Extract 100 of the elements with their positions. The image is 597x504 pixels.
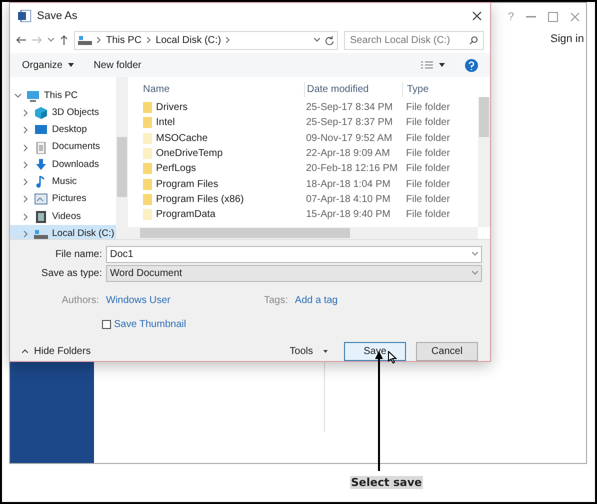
caret-icon	[323, 350, 328, 352]
file-row[interactable]: Drivers 25-Sep-17 8:34 PM File folder	[128, 100, 478, 116]
file-row[interactable]: OneDriveTemp 22-Apr-18 9:09 AM File folder	[128, 146, 478, 162]
view-options-icon[interactable]	[421, 60, 433, 70]
cube-icon	[34, 106, 48, 119]
file-name: PerfLogs	[156, 162, 196, 176]
date-modified: 07-Apr-18 4:10 PM	[305, 192, 392, 207]
collapsed-chevron-icon[interactable]	[22, 108, 30, 117]
date-modified: 18-Apr-18 1:04 PM	[305, 178, 392, 192]
file-row[interactable]: ProgramData 15-Apr-18 9:40 PM File folder	[128, 207, 478, 222]
column-header[interactable]: Name	[128, 82, 304, 96]
file-name: MSOCache	[156, 132, 208, 146]
file-row[interactable]: Intel 25-Sep-17 8:37 PM File folder	[128, 115, 478, 131]
file-name: Program Files	[156, 178, 218, 192]
nav-item[interactable]: Documents	[10, 138, 116, 156]
field-label: Tags:	[264, 294, 289, 308]
file-name: ProgramData	[156, 208, 216, 222]
caret-icon[interactable]	[439, 63, 445, 67]
checkbox[interactable]	[102, 320, 111, 329]
nav-item[interactable]: Music	[10, 173, 116, 191]
help-icon[interactable]	[465, 58, 478, 72]
nav-item[interactable]: Desktop	[10, 122, 116, 139]
up-arrow-icon[interactable]	[60, 35, 68, 45]
file-name: Program Files (x86)	[156, 192, 244, 207]
breadcrumb-chevron-icon[interactable]	[146, 37, 151, 43]
nav-item[interactable]: 3D Objects	[10, 104, 116, 122]
search-input[interactable]: Search Local Disk (C:)	[350, 32, 469, 48]
save-button[interactable]: Save	[344, 342, 406, 360]
file-type: File folder	[405, 178, 450, 192]
date-modified: 22-Apr-18 9:09 AM	[305, 147, 391, 162]
file-type: File folder	[405, 116, 450, 130]
file-name: Intel	[156, 116, 175, 130]
down-arrow-icon	[34, 158, 48, 171]
date-modified: 20-Feb-18 12:16 PM	[305, 162, 399, 176]
toolbar-button[interactable]: New folder	[94, 58, 142, 72]
dropdown-chevron-icon[interactable]	[314, 38, 320, 42]
date-modified: 25-Sep-17 8:34 PM	[305, 101, 394, 116]
column-header[interactable]: Date modified	[304, 82, 402, 96]
picture-icon	[34, 193, 48, 206]
drive-icon	[34, 228, 48, 240]
breadcrumb-chevron-icon[interactable]	[97, 37, 101, 43]
file-name-field[interactable]: Doc1	[106, 246, 482, 262]
toolbar-button[interactable]: Organize	[22, 58, 74, 72]
date-modified: 15-Apr-18 9:40 PM	[305, 208, 392, 222]
collapsed-chevron-icon[interactable]	[22, 126, 30, 134]
back-arrow-icon[interactable]	[16, 36, 26, 44]
word-logo-icon	[18, 10, 31, 22]
scrollbar[interactable]	[478, 97, 490, 227]
document-icon	[34, 142, 48, 154]
file-name: OneDriveTemp	[156, 147, 223, 162]
close-icon[interactable]	[472, 11, 482, 21]
tools-button[interactable]: Tools	[290, 344, 328, 358]
breadcrumb-item[interactable]: This PC	[106, 32, 142, 48]
expanded-chevron-icon[interactable]	[14, 92, 22, 100]
desktop-icon	[34, 124, 48, 136]
file-type: File folder	[405, 101, 450, 116]
dropdown-chevron-icon[interactable]	[472, 271, 478, 275]
collapsed-chevron-icon[interactable]	[22, 230, 30, 238]
file-type: File folder	[405, 162, 450, 176]
nav-item[interactable]: Downloads	[10, 156, 116, 174]
film-icon	[34, 210, 48, 223]
nav-item[interactable]: This PC	[10, 87, 116, 104]
drive-icon	[78, 34, 92, 46]
sign-in-link[interactable]: Sign in	[550, 31, 584, 48]
dropdown-chevron-icon[interactable]	[48, 38, 54, 42]
dropdown-chevron-icon[interactable]	[472, 252, 478, 256]
authors-link[interactable]: Windows User	[106, 292, 264, 308]
minimize-icon[interactable]	[526, 16, 536, 18]
nav-item[interactable]: Videos	[10, 208, 116, 226]
scrollbar[interactable]	[116, 77, 128, 239]
field-label: File name:	[54, 248, 103, 262]
refresh-icon[interactable]	[325, 36, 334, 44]
hide-folders-button[interactable]: Hide Folders	[18, 344, 91, 358]
file-type: File folder	[405, 208, 450, 222]
breadcrumb-item[interactable]: Local Disk (C:)	[156, 32, 222, 48]
date-modified: 25-Sep-17 8:37 PM	[305, 116, 394, 130]
file-row[interactable]: MSOCache 09-Nov-17 9:52 AM File folder	[128, 130, 478, 146]
caret-icon	[68, 63, 74, 67]
nav-item[interactable]: Pictures	[10, 190, 116, 208]
tags-link[interactable]: Add a tag	[294, 292, 338, 308]
file-type: File folder	[405, 147, 450, 162]
window-title: Save As	[37, 8, 78, 24]
cancel-button[interactable]: Cancel	[416, 342, 478, 360]
file-row[interactable]: PerfLogs 20-Feb-18 12:16 PM File folder	[128, 161, 478, 176]
field-label: Save as type:	[40, 266, 103, 280]
file-name: Drivers	[156, 101, 188, 116]
collapsed-chevron-icon[interactable]	[22, 212, 30, 221]
maximize-icon[interactable]	[548, 12, 558, 22]
checkbox-label[interactable]: Save Thumbnail	[114, 317, 186, 332]
scrollbar[interactable]	[128, 227, 478, 239]
file-type: File folder	[405, 132, 450, 146]
computer-icon	[26, 90, 40, 102]
up-chevron-icon	[22, 349, 28, 353]
save-type-dropdown[interactable]: Word Document	[106, 264, 482, 282]
address-bar[interactable]: This PC Local Disk (C:)	[74, 30, 338, 50]
breadcrumb-chevron-icon[interactable]	[226, 37, 230, 43]
file-row[interactable]: Program Files 18-Apr-18 1:04 PM File folder	[128, 176, 478, 192]
file-row[interactable]: Program Files (x86) 07-Apr-18 4:10 PM File folder	[128, 192, 478, 208]
search-field[interactable]: Search Local Disk (C:)	[344, 30, 484, 50]
search-icon[interactable]	[469, 36, 478, 44]
